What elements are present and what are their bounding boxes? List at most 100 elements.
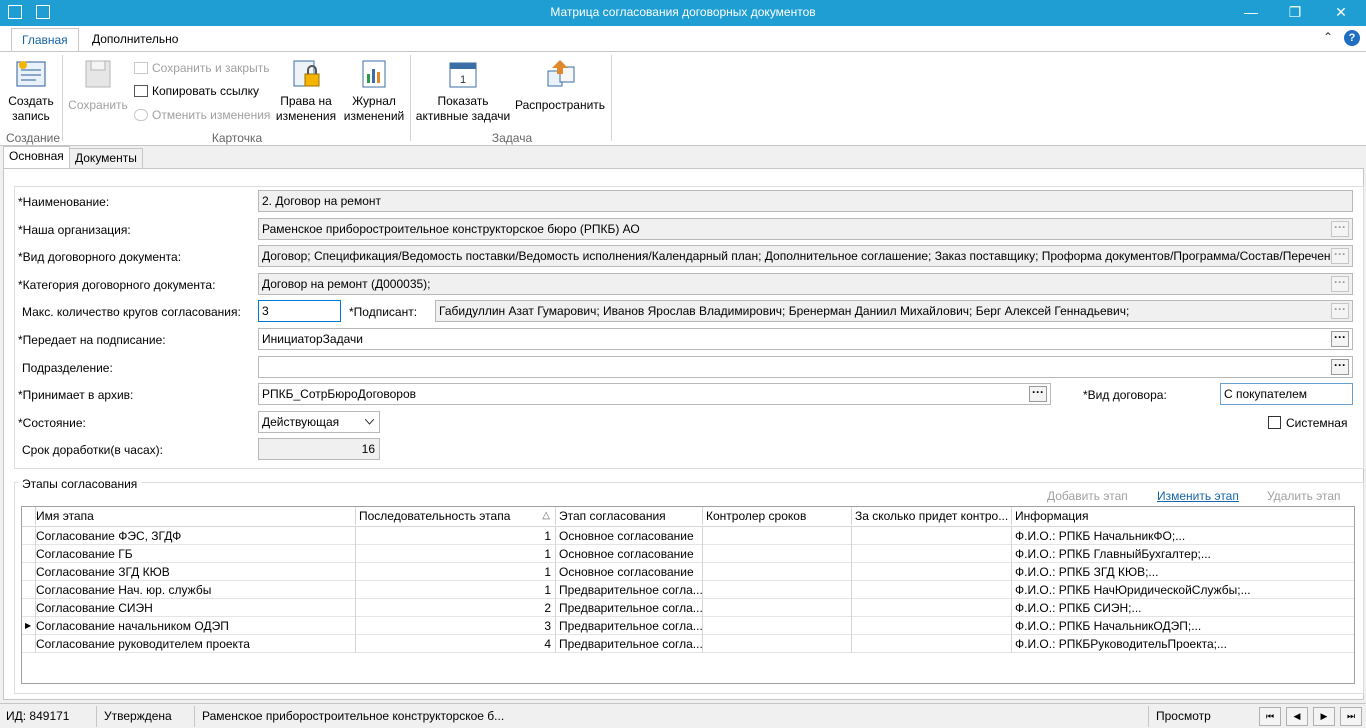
column-approval-stage[interactable]: Этап согласования <box>556 507 703 525</box>
cell-stage-name: Согласование ФЭС, ЗГДФ <box>33 527 356 545</box>
cell-information: Ф.И.О.: РПКБ ГлавныйБухгалтер;... <box>1015 547 1211 561</box>
record-id: ИД: 849171 <box>6 709 70 723</box>
contract-kind-field[interactable]: С покупателем <box>1220 383 1353 405</box>
table-row[interactable]: ▶ Согласование начальником ОДЭП 3 Предварит… <box>22 617 1354 635</box>
organization-select-button[interactable]: ··· <box>1331 221 1349 237</box>
distribute-button[interactable]: Распространить <box>514 58 606 113</box>
column-information[interactable]: Информация <box>1012 507 1354 525</box>
system-checkbox[interactable] <box>1268 416 1281 429</box>
cell-deadline-controller <box>703 617 852 635</box>
cell-control-before <box>852 635 1012 653</box>
group-label-create: Создание <box>5 131 61 145</box>
title-bar: Матрица согласования договорных документ… <box>0 0 1366 26</box>
name-label: *Наименование: <box>18 195 110 209</box>
copy-link-button[interactable]: Копировать ссылку <box>134 81 259 101</box>
cell-information: Ф.И.О.: РПКБ ЗГД КЮВ;... <box>1015 565 1159 579</box>
table-row[interactable]: Согласование руководителем проекта 4 Предв… <box>22 635 1354 653</box>
table-row[interactable]: Согласование Нач. юр. службы 1 Предварител… <box>22 581 1354 599</box>
change-journal-button[interactable]: Журнал изменений <box>342 58 406 124</box>
name-field[interactable]: 2. Договор на ремонт <box>258 190 1353 212</box>
cell-deadline-controller <box>703 599 852 617</box>
table-row[interactable]: Согласование ФЭС, ЗГДФ 1 Основное согласов… <box>22 527 1354 545</box>
cell-deadline-controller <box>703 581 852 599</box>
record-organization: Раменское приборостроительное конструкто… <box>202 709 505 723</box>
transfer-field[interactable]: ИнициаторЗадачи <box>258 328 1353 350</box>
column-control-before[interactable]: За сколько придет контро... <box>852 507 1012 525</box>
help-icon[interactable]: ? <box>1344 30 1360 46</box>
window-title: Матрица согласования договорных документ… <box>550 5 816 19</box>
cell-approval-stage: Основное согласование <box>556 527 703 545</box>
chevron-down-icon <box>365 419 374 425</box>
signer-field[interactable]: Габидуллин Азат Гумарович; Иванов Яросла… <box>435 300 1353 322</box>
ribbon-separator <box>410 55 411 141</box>
distribute-icon <box>543 58 577 90</box>
save-button[interactable]: Сохранить <box>66 58 130 113</box>
tab-main[interactable]: Главная <box>11 28 79 52</box>
signer-select-button[interactable]: ··· <box>1331 303 1349 319</box>
tab-documents[interactable]: Документы <box>69 148 143 169</box>
calendar-task-icon: 1 <box>446 58 480 90</box>
archive-field[interactable]: РПКБ_СотрБюроДоговоров <box>258 383 1051 405</box>
first-record-button[interactable]: ⏮ <box>1259 707 1281 726</box>
document-type-select-button[interactable]: ··· <box>1331 248 1349 264</box>
previous-record-button[interactable]: ◀ <box>1286 707 1308 726</box>
department-field[interactable] <box>258 356 1353 378</box>
column-stage-name[interactable]: Имя этапа <box>33 507 356 525</box>
cell-information: Ф.И.О.: РПКБ НачЮридическойСлужбы;... <box>1015 583 1251 597</box>
table-row[interactable]: Согласование ГБ 1 Основное согласование Ф.И… <box>22 545 1354 563</box>
department-label: Подразделение: <box>22 361 113 375</box>
next-record-button[interactable]: ▶ <box>1313 707 1335 726</box>
close-button[interactable]: ✕ <box>1318 0 1364 26</box>
cell-information: Ф.И.О.: РПКБ НачальникОДЭП;... <box>1015 619 1202 633</box>
document-type-label: *Вид договорного документа: <box>18 250 182 264</box>
max-rounds-label: Макс. количество кругов согласования: <box>22 305 241 319</box>
rework-field[interactable]: 16 <box>258 438 380 460</box>
main-content: *Наименование: 2. Договор на ремонт *Наш… <box>3 168 1364 700</box>
save-and-close-button[interactable]: Сохранить и закрыть <box>134 58 269 78</box>
department-select-button[interactable]: ··· <box>1331 359 1349 375</box>
cell-control-before <box>852 599 1012 617</box>
save-icon <box>81 58 115 90</box>
column-deadline-controller[interactable]: Контролер сроков <box>703 507 852 525</box>
tab-main-page[interactable]: Основная <box>3 146 70 169</box>
ribbon-tabs: Главная Дополнительно ⌃ ? <box>0 26 1366 52</box>
cell-stage-sequence: 1 <box>356 581 556 599</box>
column-stage-sequence[interactable]: Последовательность этапа △ <box>356 507 556 525</box>
collapse-ribbon-icon[interactable]: ⌃ <box>1323 30 1333 44</box>
status-separator <box>96 706 97 727</box>
cell-stage-name: Согласование Нач. юр. службы <box>33 581 356 599</box>
add-stage-button[interactable]: Добавить этап <box>1047 489 1128 503</box>
record-state: Утверждена <box>104 709 172 723</box>
tab-additional[interactable]: Дополнительно <box>82 28 188 52</box>
organization-field[interactable]: Раменское приборостроительное конструкто… <box>258 218 1353 240</box>
cell-stage-name: Согласование СИЭН <box>33 599 356 617</box>
category-select-button[interactable]: ··· <box>1331 276 1349 292</box>
create-record-button[interactable]: Создать запись <box>4 58 58 124</box>
restore-button[interactable]: ❐ <box>1272 0 1318 26</box>
system-label: Системная <box>1286 416 1348 430</box>
minimize-button[interactable]: — <box>1228 0 1274 26</box>
table-row[interactable]: Согласование ЗГД КЮВ 1 Основное согласован… <box>22 563 1354 581</box>
cell-approval-stage: Предварительное согла... <box>556 581 703 599</box>
show-active-tasks-button[interactable]: 1 Показать активные задачи <box>414 58 512 124</box>
journal-icon <box>357 58 391 90</box>
stages-table: Имя этапа Последовательность этапа △ Эта… <box>21 506 1355 684</box>
ribbon-separator <box>611 55 612 141</box>
view-mode: Просмотр <box>1156 709 1211 723</box>
change-rights-button[interactable]: Права на изменения <box>274 58 338 124</box>
state-select[interactable]: Действующая <box>258 411 380 433</box>
cell-stage-sequence: 2 <box>356 599 556 617</box>
max-rounds-input[interactable]: 3 <box>258 300 341 322</box>
edit-stage-button[interactable]: Изменить этап <box>1157 489 1239 503</box>
state-label: *Состояние: <box>18 416 86 430</box>
category-field[interactable]: Договор на ремонт (Д000035); <box>258 273 1353 295</box>
table-row[interactable]: Согласование СИЭН 2 Предварительное согла.… <box>22 599 1354 617</box>
cancel-changes-button[interactable]: Отменить изменения <box>134 105 270 125</box>
cell-stage-sequence: 1 <box>356 545 556 563</box>
contract-kind-label: *Вид договора: <box>1083 388 1167 402</box>
last-record-button[interactable]: ⏭ <box>1340 707 1362 726</box>
delete-stage-button[interactable]: Удалить этап <box>1267 489 1341 503</box>
document-type-field[interactable]: Договор; Спецификация/Ведомость поставки… <box>258 245 1353 267</box>
transfer-select-button[interactable]: ··· <box>1331 331 1349 347</box>
archive-select-button[interactable]: ··· <box>1029 386 1047 402</box>
